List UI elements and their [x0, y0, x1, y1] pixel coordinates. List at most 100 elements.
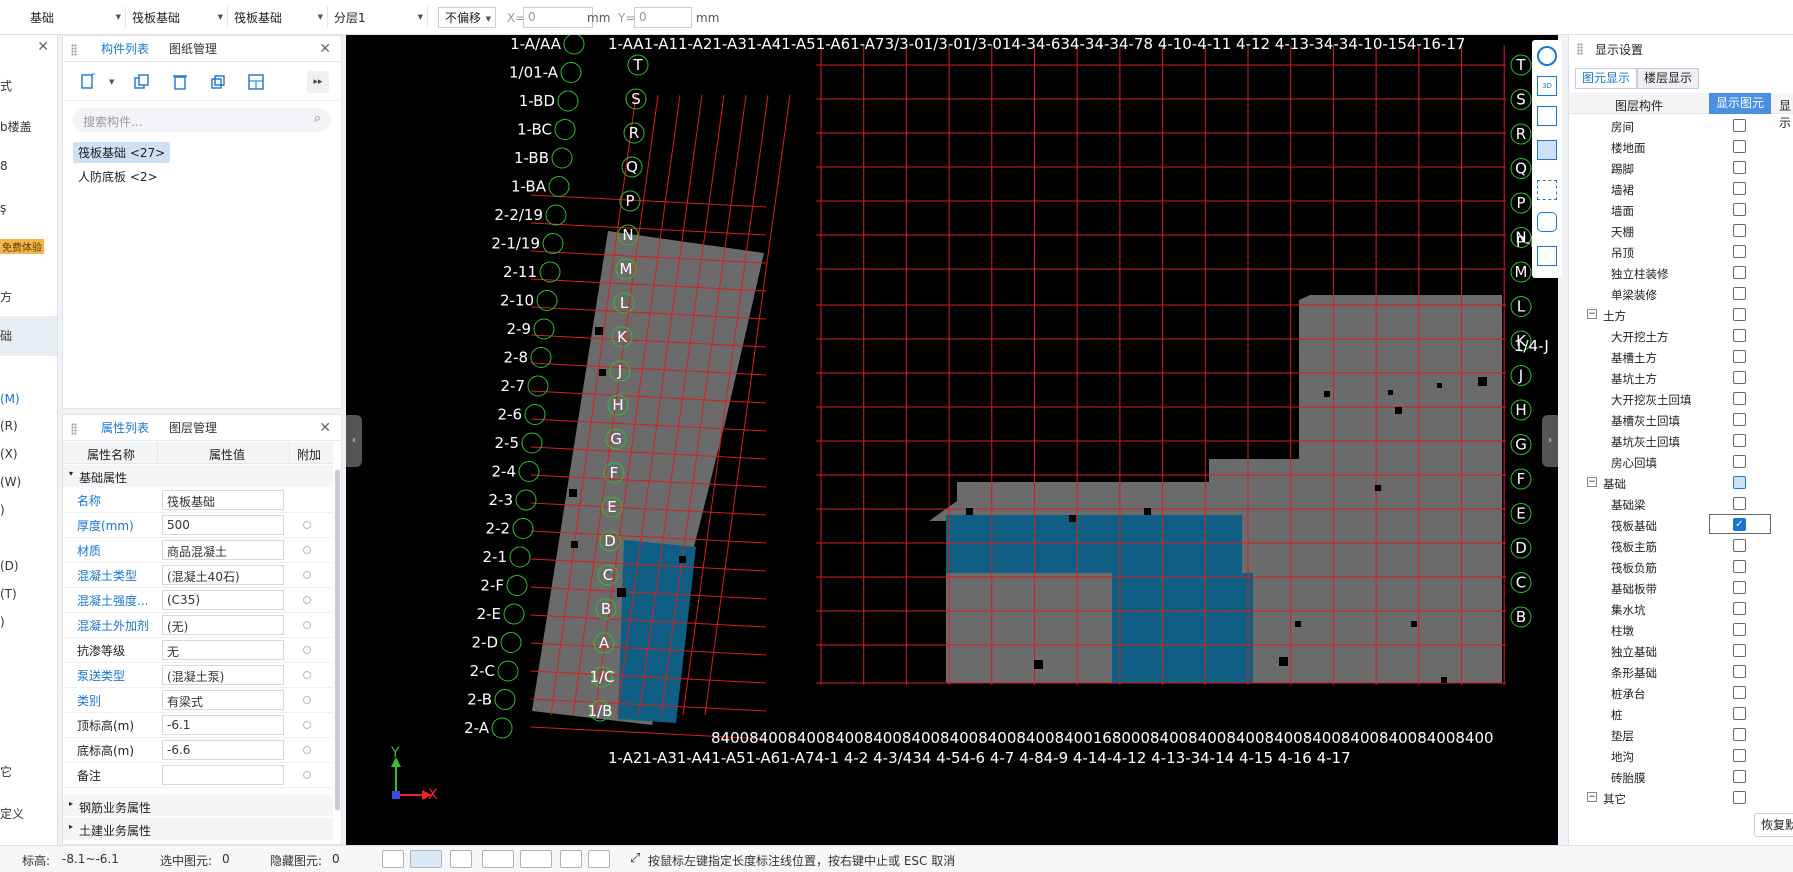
collapse-toggle-icon[interactable]: − [1587, 309, 1597, 319]
layer-dropdown[interactable]: 分层1 ▼ [328, 6, 428, 28]
display-checkbox[interactable] [1733, 686, 1746, 699]
tree-row[interactable]: 吊顶 [1569, 241, 1793, 262]
property-row[interactable]: 名称 筏板基础 [63, 488, 333, 513]
floor-type-dropdown[interactable]: 基础 ▼ [24, 6, 126, 28]
nav-item[interactable]: 方 [0, 288, 12, 305]
property-value-input[interactable]: 筏板基础 [162, 490, 284, 510]
display-checkbox[interactable] [1733, 770, 1746, 783]
layer-list-icon[interactable] [1537, 246, 1557, 266]
tree-row[interactable]: 房间 [1569, 115, 1793, 136]
display-checkbox[interactable] [1733, 476, 1746, 489]
tree-row[interactable]: 大开挖土方 [1569, 325, 1793, 346]
column-header-active[interactable]: 显示图元 [1709, 93, 1771, 114]
attach-checkbox[interactable] [303, 546, 311, 554]
tab-drawing-management[interactable]: 图纸管理 [159, 36, 227, 62]
display-checkbox[interactable] [1733, 602, 1746, 615]
tree-row[interactable]: 墙裙 [1569, 178, 1793, 199]
tree-row[interactable]: 基础板带 [1569, 577, 1793, 598]
property-row[interactable]: 泵送类型 (混凝土泵) [63, 663, 333, 688]
tree-row[interactable]: − 其它 [1569, 787, 1793, 808]
display-checkbox[interactable] [1733, 434, 1746, 447]
collapse-toggle-icon[interactable]: − [1587, 477, 1597, 487]
tree-row[interactable]: 筏板负筋 [1569, 556, 1793, 577]
property-value-input[interactable]: -6.1 [162, 715, 284, 735]
nav-item[interactable]: (W) [0, 475, 21, 489]
property-value-input[interactable]: -6.6 [162, 740, 284, 760]
property-value-input[interactable]: 有梁式 [162, 690, 284, 710]
attach-checkbox[interactable] [303, 571, 311, 579]
attach-checkbox[interactable] [303, 621, 311, 629]
x-offset-input[interactable]: 0 [523, 7, 593, 28]
tree-row[interactable]: 地沟 [1569, 745, 1793, 766]
display-checkbox[interactable]: ✓ [1733, 518, 1746, 531]
box-view-icon[interactable] [1537, 106, 1557, 126]
drag-handle-icon[interactable] [1577, 43, 1583, 55]
tree-row[interactable]: 独立柱装修 [1569, 262, 1793, 283]
property-row[interactable]: 材质 商品混凝土 [63, 538, 333, 563]
search-icon[interactable]: ⌕ [314, 111, 321, 126]
display-checkbox[interactable] [1733, 140, 1746, 153]
close-icon[interactable]: ✕ [319, 420, 331, 436]
tab-floor-display[interactable]: 楼层显示 [1637, 68, 1699, 89]
tree-row[interactable]: 集水坑 [1569, 598, 1793, 619]
component-name-dropdown[interactable]: 筏板基础 ▼ [228, 6, 328, 28]
angle-icon[interactable] [482, 850, 514, 868]
tree-row[interactable]: 筏板主筋 [1569, 535, 1793, 556]
property-value-input[interactable]: (无) [162, 615, 284, 635]
property-row[interactable]: 混凝土强度... (C35) [63, 588, 333, 613]
display-checkbox[interactable] [1733, 413, 1746, 426]
display-checkbox[interactable] [1733, 749, 1746, 762]
property-group-header[interactable]: ▾ 基础属性 [63, 465, 333, 487]
attach-checkbox[interactable] [303, 671, 311, 679]
offset-dropdown[interactable]: 不偏移 ▼ [438, 7, 496, 28]
isolate-icon[interactable] [1537, 212, 1557, 232]
cad-drawing[interactable]: 1-AA1-A11-A21-A31-A41-A51-A61-A73/3-01/3… [346, 33, 1558, 845]
nav-item[interactable]: 它 [0, 763, 12, 780]
property-row[interactable]: 混凝土类型 (混凝土40石) [63, 563, 333, 588]
nav-item[interactable]: 8 [0, 159, 8, 173]
display-checkbox[interactable] [1733, 266, 1746, 279]
tree-row[interactable]: 砖胎膜 [1569, 766, 1793, 787]
close-icon[interactable]: ✕ [37, 39, 49, 55]
tree-row[interactable]: 楼地面 [1569, 136, 1793, 157]
display-checkbox[interactable] [1733, 371, 1746, 384]
3d-view-icon[interactable]: 3D [1537, 76, 1557, 96]
nav-item[interactable]: (X) [0, 447, 18, 461]
nav-item[interactable]: (T) [0, 587, 17, 601]
nav-item[interactable]: (D) [0, 559, 19, 573]
scrollbar[interactable] [335, 470, 340, 810]
close-icon[interactable]: ✕ [319, 41, 331, 57]
property-value-input[interactable]: (混凝土泵) [162, 665, 284, 685]
property-row[interactable]: 类别 有梁式 [63, 688, 333, 713]
drag-handle-icon[interactable] [71, 423, 77, 435]
attach-checkbox[interactable] [303, 696, 311, 704]
collapse-left-handle[interactable]: ‹ [346, 415, 362, 467]
cross-icon[interactable] [450, 850, 472, 868]
collapse-toggle-icon[interactable]: − [1587, 792, 1597, 802]
property-value-input[interactable]: 商品混凝土 [162, 540, 284, 560]
tree-row[interactable]: 踢脚 [1569, 157, 1793, 178]
drawing-canvas[interactable]: ‹ › 1-AA1-A11-A21-A31-A41-A51-A61-A73/3-… [346, 33, 1558, 845]
nav-item[interactable]: ) [0, 615, 5, 629]
tree-row[interactable]: 墙面 [1569, 199, 1793, 220]
tree-row[interactable]: 大开挖灰土回填 [1569, 388, 1793, 409]
display-checkbox[interactable] [1733, 497, 1746, 510]
tab-layer-management[interactable]: 图层管理 [159, 415, 227, 441]
display-checkbox[interactable] [1733, 287, 1746, 300]
nav-item[interactable]: (R) [0, 419, 18, 433]
display-checkbox[interactable] [1733, 182, 1746, 195]
new-component-icon[interactable] [77, 71, 99, 93]
dynamic-input-icon[interactable] [560, 850, 582, 868]
property-value-input[interactable]: (混凝土40石) [162, 565, 284, 585]
snap-icon[interactable] [520, 850, 552, 868]
tab-component-list[interactable]: 构件列表 [91, 36, 159, 62]
display-checkbox[interactable] [1733, 623, 1746, 636]
display-checkbox[interactable] [1733, 161, 1746, 174]
attach-checkbox[interactable] [303, 596, 311, 604]
solid-view-icon[interactable] [1537, 140, 1557, 160]
filter-icon[interactable] [245, 71, 267, 93]
display-checkbox[interactable] [1733, 539, 1746, 552]
display-checkbox[interactable] [1733, 119, 1746, 132]
property-value-input[interactable] [162, 765, 284, 785]
display-checkbox[interactable] [1733, 392, 1746, 405]
